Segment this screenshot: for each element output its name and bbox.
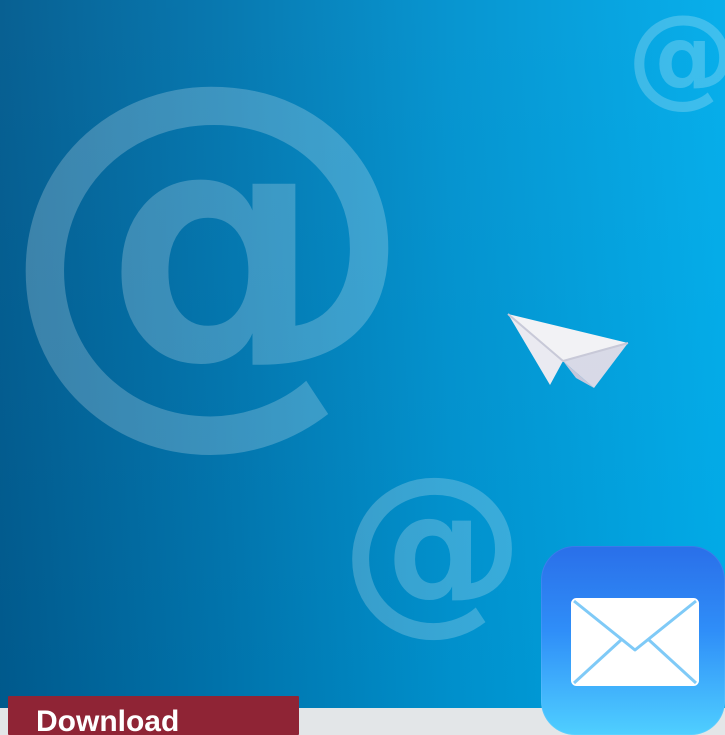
middle-at-sign-icon: @: [340, 436, 525, 652]
download-button-label: Download: [36, 705, 180, 735]
mail-app-icon[interactable]: [541, 546, 725, 735]
large-at-sign-icon: @: [0, 0, 418, 482]
paper-plane-icon: [505, 306, 631, 392]
envelope-icon: [571, 598, 699, 686]
top-right-at-sign-icon: @: [627, 0, 725, 110]
download-button[interactable]: Download: [8, 696, 299, 735]
